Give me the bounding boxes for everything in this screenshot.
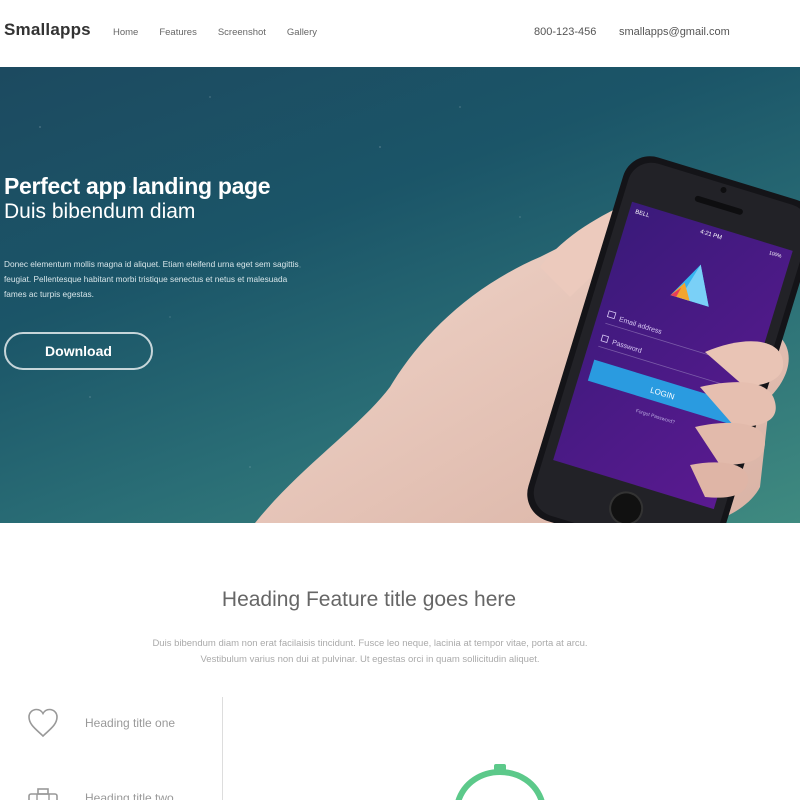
- stopwatch-icon: [455, 764, 545, 800]
- feature-item-one-label: Heading title one: [85, 716, 176, 730]
- heart-icon: [28, 708, 58, 738]
- hero-description: Donec elementum mollis magna id aliquet.…: [4, 259, 299, 299]
- nav-home-link[interactable]: Home: [113, 27, 138, 38]
- features-description-line-1: Duis bibendum diam non erat facilaisis t…: [152, 638, 588, 649]
- hero-section: BELL 4:21 PM 100% Email address Password…: [0, 67, 800, 523]
- nav-screenshot-link[interactable]: Screenshot: [218, 27, 266, 38]
- hero-title: Perfect app landing page: [4, 173, 271, 199]
- features-heading: Heading Feature title goes here: [221, 588, 517, 611]
- feature-item-two[interactable]: Heading title two: [27, 788, 174, 800]
- nav-gallery-link[interactable]: Gallery: [287, 27, 317, 38]
- contact-email[interactable]: smallapps@gmail.com: [619, 26, 730, 38]
- features-divider: [222, 697, 223, 800]
- feature-item-one[interactable]: Heading title one: [27, 708, 175, 738]
- download-button[interactable]: Download: [4, 332, 153, 370]
- feature-item-two-label: Heading title two: [85, 791, 174, 800]
- hero-subtitle: Duis bibendum diam: [4, 200, 196, 223]
- nav-features-link[interactable]: Features: [159, 27, 197, 38]
- contact-phone: 800-123-456: [534, 26, 597, 38]
- features-description-line-2: Vestibulum varius non dui at pulvinar. U…: [200, 654, 540, 665]
- site-header: Smallapps Home Features Screenshot Galle…: [0, 0, 800, 67]
- main-nav: Home Features Screenshot Gallery: [113, 27, 338, 38]
- brand-logo[interactable]: Smallapps: [4, 20, 91, 40]
- features-description: Duis bibendum diam non erat facilaisis t…: [120, 636, 620, 668]
- briefcase-icon: [28, 788, 58, 800]
